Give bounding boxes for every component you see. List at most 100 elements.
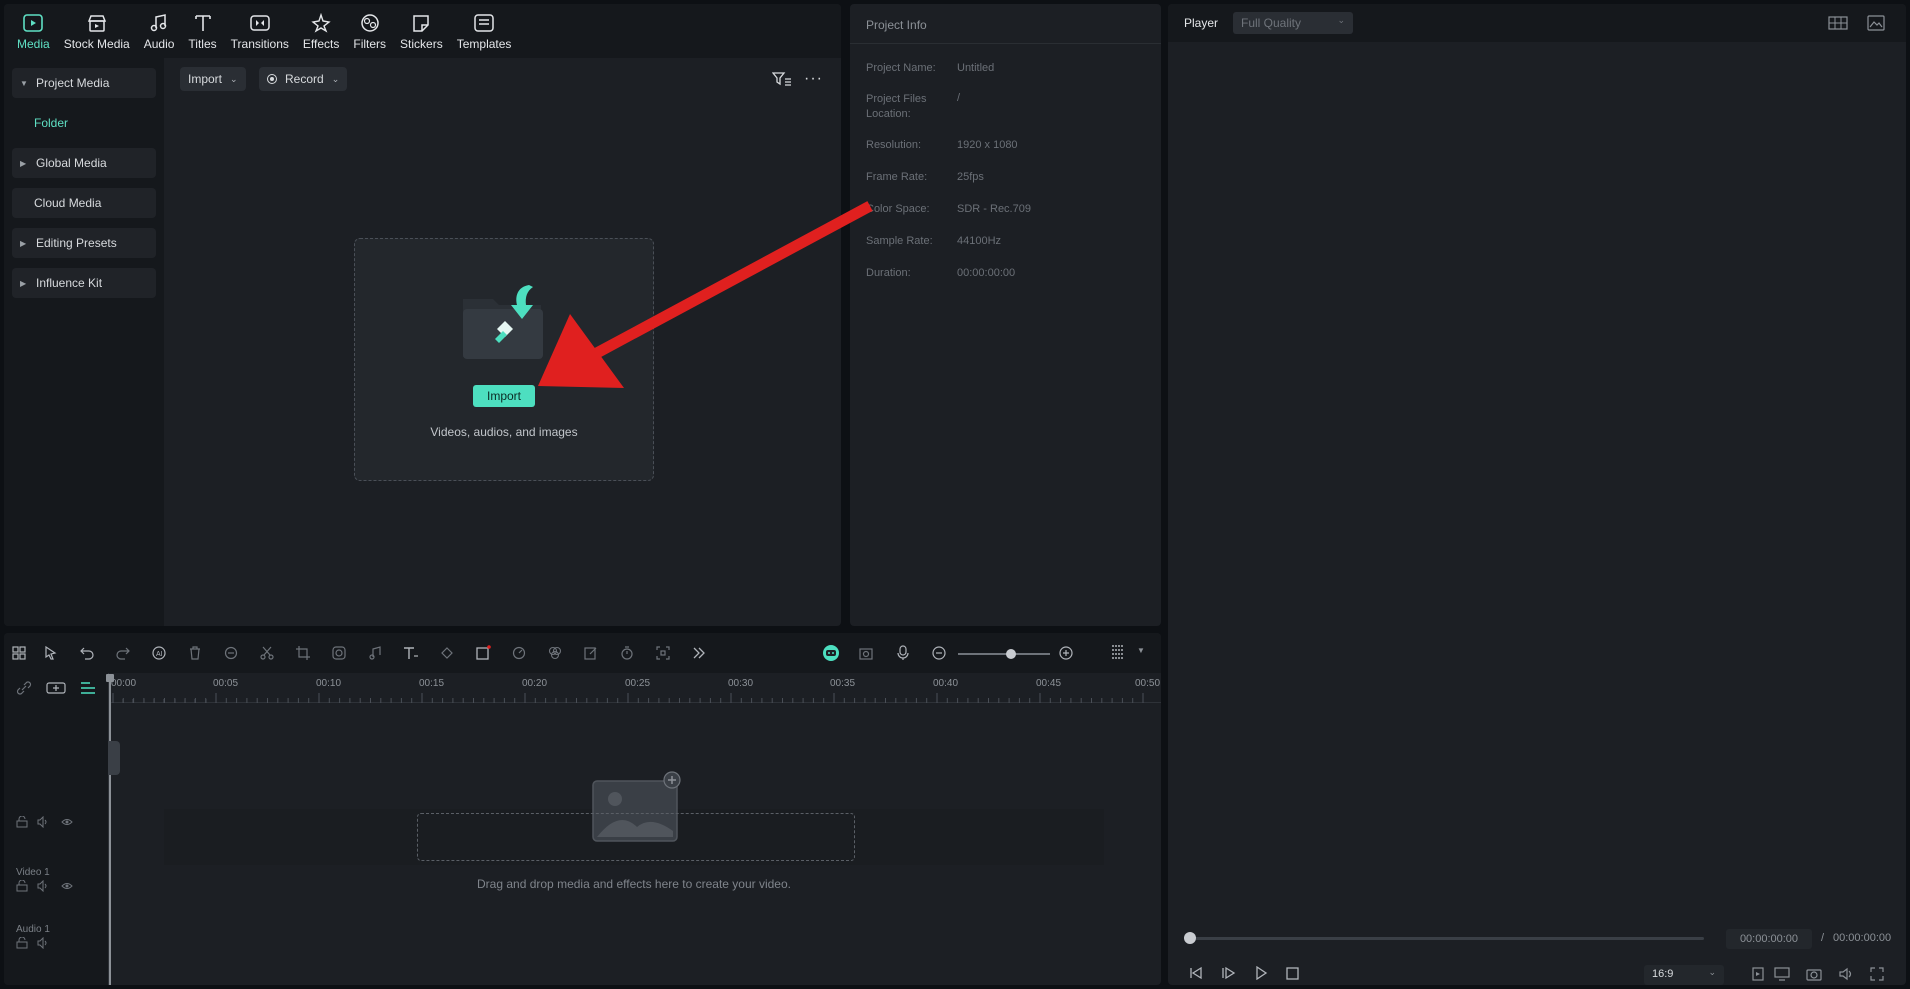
grid-view-icon[interactable] [1828,16,1848,30]
tab-label: Media [17,37,50,51]
zoom-out-icon[interactable] [930,644,948,662]
mask-icon[interactable] [330,644,348,662]
filter-sort-icon[interactable] [772,71,792,87]
mute-icon[interactable] [37,880,49,892]
current-time-field[interactable]: 00:00:00:00 [1726,929,1812,949]
info-value: 44100Hz [957,235,1002,247]
tab-stock-media[interactable]: Stock Media [57,4,137,58]
mute-icon[interactable] [37,937,49,949]
speed-icon[interactable] [510,644,528,662]
stop-icon[interactable] [1286,967,1299,980]
edit-icon[interactable] [582,644,600,662]
ruler-label: 00:40 [933,678,959,689]
ruler-label: 00:25 [625,678,651,689]
tab-templates[interactable]: Templates [450,4,519,58]
tab-media[interactable]: Media [10,4,57,58]
tab-filters[interactable]: Filters [346,4,393,58]
tab-transitions[interactable]: Transitions [224,4,296,58]
select-tool-icon[interactable] [42,644,60,662]
info-label: Color Space: [866,203,930,215]
quality-select[interactable]: Full Quality ⌄ [1233,12,1353,34]
display-icon[interactable] [1774,967,1790,981]
zoom-slider-track[interactable] [958,653,1050,655]
track-manager-icon[interactable] [80,681,96,695]
more-tools-icon[interactable] [690,644,708,662]
undo-icon[interactable] [78,644,96,662]
ai-assistant-icon[interactable] [822,644,840,662]
aspect-ratio-select[interactable]: 16:9 ⌄ [1644,965,1724,985]
sidebar-item-label: Influence Kit [36,276,103,290]
effects-icon [309,12,333,34]
split-scissors-icon[interactable] [258,644,276,662]
chevron-down-icon: ⌄ [331,73,340,84]
mute-icon[interactable] [37,816,49,828]
image-view-icon[interactable] [1867,15,1885,31]
play-icon[interactable] [1254,966,1268,980]
info-label: Resolution: [866,139,922,151]
playback-progress-track[interactable] [1190,937,1704,940]
eye-icon[interactable] [61,816,73,828]
ai-cutout-icon[interactable] [222,644,240,662]
stabilize-icon[interactable] [654,644,672,662]
microphone-icon[interactable] [894,644,912,662]
crop-icon[interactable] [294,644,312,662]
ruler-label: 00:10 [316,678,342,689]
tab-stickers[interactable]: Stickers [393,4,450,58]
volume-icon[interactable] [1838,967,1854,981]
audio-edit-icon[interactable] [366,644,384,662]
import-media-button[interactable]: Import [473,385,535,407]
track-height-icon[interactable] [1109,644,1127,662]
next-frame-icon[interactable] [1220,966,1236,980]
timer-icon[interactable] [618,644,636,662]
chevron-down-icon[interactable]: ▼ [1137,646,1145,655]
zoom-slider-handle[interactable] [1006,649,1016,659]
ruler-label: 00:45 [1036,678,1062,689]
resize-frame-icon[interactable] [474,644,492,662]
scene-detect-icon[interactable] [858,644,876,662]
media-drop-zone[interactable]: Import Videos, audios, and images [354,238,654,481]
zoom-in-icon[interactable] [1057,644,1075,662]
eye-icon[interactable] [61,880,73,892]
sidebar-item-project-media[interactable]: ▼ Project Media [12,68,156,98]
tab-titles[interactable]: Titles [181,4,223,58]
info-label: Sample Rate: [866,235,933,247]
playhead-handle[interactable] [106,674,114,682]
import-folder-icon [459,279,549,369]
caret-right-icon: ▶ [20,238,27,248]
sidebar-item-folder[interactable]: Folder [12,108,156,138]
panel-collapse-handle[interactable] [108,741,120,775]
playback-scrubber-handle[interactable] [1184,932,1196,944]
keyframe-icon[interactable] [438,644,456,662]
timeline-drop-zone[interactable] [417,813,855,861]
render-preview-icon[interactable] [1751,967,1765,981]
sidebar-item-influence-kit[interactable]: ▶ Influence Kit [12,268,156,298]
tab-label: Titles [188,37,217,51]
record-dropdown-button[interactable]: Record ⌄ [259,67,348,91]
snapshot-camera-icon[interactable] [1806,967,1822,981]
previous-frame-icon[interactable] [1188,966,1204,980]
redo-icon[interactable] [114,644,132,662]
tab-effects[interactable]: Effects [296,4,346,58]
more-options-icon[interactable]: ··· [804,70,823,88]
fullscreen-icon[interactable] [1870,967,1884,981]
caret-right-icon: ▶ [20,158,27,168]
lock-icon[interactable] [16,816,28,828]
layout-icon[interactable] [10,644,28,662]
sidebar-item-global-media[interactable]: ▶ Global Media [12,148,156,178]
titles-icon [191,12,215,34]
color-icon[interactable] [546,644,564,662]
text-tool-icon[interactable] [402,644,420,662]
link-icon[interactable] [16,681,32,695]
timeline-panel: AI ▼ Video 1 Audio 1 00:00 00:05 00:10 0… [4,633,1161,985]
sidebar-item-cloud-media[interactable]: Cloud Media [12,188,156,218]
timeline-toolbar: AI ▼ [4,633,1161,673]
add-track-icon[interactable] [46,681,66,695]
ai-tools-icon[interactable]: AI [150,644,168,662]
import-dropdown-button[interactable]: Import ⌄ [180,67,246,91]
lock-icon[interactable] [16,880,28,892]
delete-icon[interactable] [186,644,204,662]
lock-icon[interactable] [16,937,28,949]
sidebar-item-editing-presets[interactable]: ▶ Editing Presets [12,228,156,258]
playhead[interactable] [109,678,111,985]
tab-audio[interactable]: Audio [137,4,182,58]
